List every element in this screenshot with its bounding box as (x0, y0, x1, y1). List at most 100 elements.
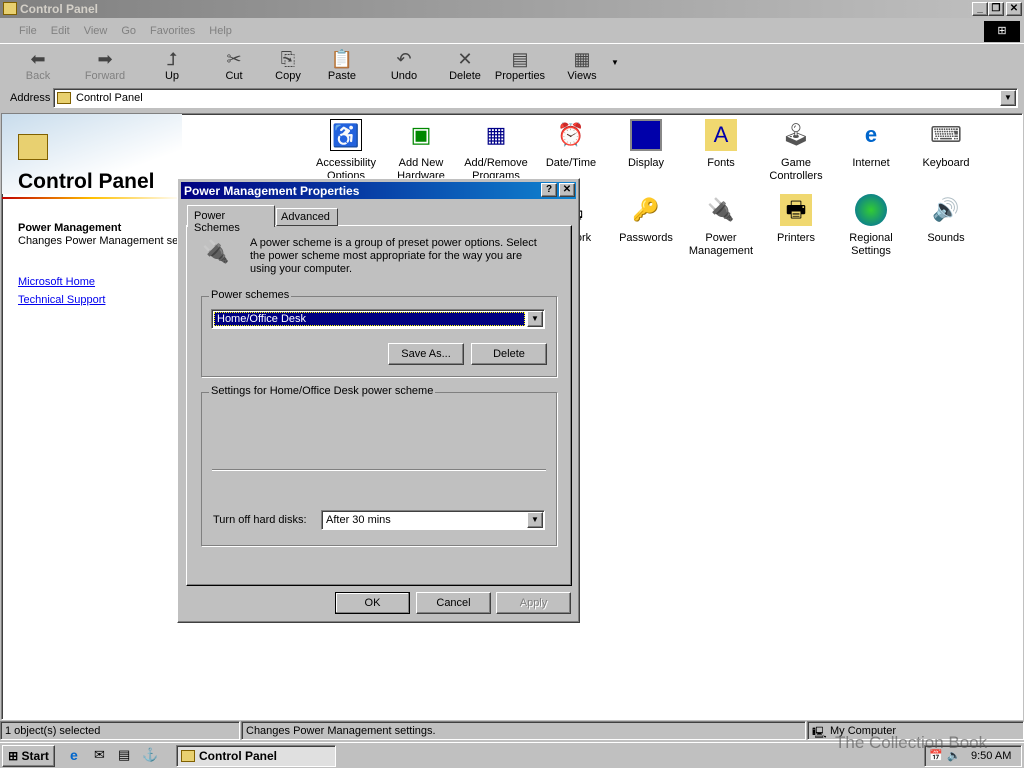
delete-scheme-button[interactable]: Delete (471, 343, 547, 365)
technical-support-link[interactable]: Technical Support (18, 294, 105, 306)
menu-view[interactable]: View (84, 25, 108, 37)
views-button[interactable]: ▦ Views (555, 48, 609, 82)
programs-icon: ▦ (485, 122, 507, 147)
icon-game-controllers[interactable]: 🕹 Game Controllers (756, 119, 836, 183)
address-dropdown-button[interactable]: ▼ (1000, 90, 1016, 106)
chevron-down-icon: ▼ (527, 512, 543, 528)
status-description: Changes Power Management settings. (241, 721, 806, 740)
cut-button[interactable]: ✂ Cut (207, 48, 261, 82)
channels-icon[interactable]: ⚓ (142, 747, 158, 763)
copy-icon: ⎘ (280, 49, 296, 69)
undo-button[interactable]: ↶ Undo (377, 48, 431, 82)
joystick-icon: 🕹 (782, 122, 810, 147)
properties-button[interactable]: ▤ Properties (492, 48, 548, 82)
cancel-button[interactable]: Cancel (416, 592, 491, 614)
icon-accessibility-options[interactable]: ♿ Accessibility Options (306, 119, 386, 183)
back-button[interactable]: ⬅ Back (11, 48, 65, 82)
icon-display[interactable]: Display (606, 119, 686, 170)
dialog-close-button[interactable]: ✕ (559, 183, 575, 197)
monitor-icon (630, 119, 662, 151)
apply-button[interactable]: Apply (496, 592, 571, 614)
up-button[interactable]: ⮥ Up (145, 48, 199, 82)
watermark: The Collection Book (835, 733, 988, 752)
my-computer-icon: 🖳 (812, 727, 827, 739)
menu-help[interactable]: Help (209, 25, 232, 37)
save-as-button[interactable]: Save As... (388, 343, 464, 365)
printers-folder-icon: 🖶 (780, 194, 812, 226)
icon-internet[interactable]: e Internet (831, 119, 911, 170)
control-panel-folder-icon (18, 134, 48, 160)
views-icon: ▦ (573, 49, 591, 69)
views-dropdown-arrow-icon[interactable]: ▼ (611, 58, 619, 67)
hard-disk-timeout-select[interactable]: After 30 mins ▼ (321, 510, 545, 530)
properties-icon: ▤ (511, 49, 529, 69)
globe-icon (855, 194, 887, 226)
menu-file[interactable]: File (19, 25, 37, 37)
hard-disk-label: Turn off hard disks: (213, 514, 307, 526)
chevron-down-icon: ▼ (527, 311, 543, 327)
clock-icon: ⏰ (557, 122, 585, 147)
icon-date-time[interactable]: ⏰ Date/Time (531, 119, 611, 170)
internet-explorer-icon: e (864, 122, 878, 147)
scissors-icon: ✂ (226, 49, 242, 69)
keys-icon: 🔑 (632, 197, 660, 222)
status-selected: 1 object(s) selected (0, 721, 240, 740)
scheme-settings-group: Settings for Home/Office Desk power sche… (201, 385, 557, 546)
microsoft-home-link[interactable]: Microsoft Home (18, 276, 95, 288)
help-button[interactable]: ? (541, 183, 557, 197)
address-value: Control Panel (76, 92, 143, 104)
icon-add-remove-programs[interactable]: ▦ Add/Remove Programs (456, 119, 536, 183)
speaker-icon: 🔊 (932, 197, 960, 222)
delete-x-icon: ✕ (457, 49, 473, 69)
minimize-button[interactable]: _ (972, 2, 988, 16)
back-arrow-icon: ⬅ (30, 49, 46, 69)
power-schemes-group: Power schemes Home/Office Desk ▼ Save As… (201, 289, 557, 377)
up-folder-icon: ⮥ (166, 49, 178, 69)
show-desktop-icon[interactable]: ▤ (118, 747, 130, 763)
menu-favorites[interactable]: Favorites (150, 25, 195, 37)
outlook-quicklaunch-icon[interactable]: ✉ (94, 747, 105, 763)
copy-button[interactable]: ⎘ Copy (261, 48, 315, 82)
power-scheme-select[interactable]: Home/Office Desk ▼ (211, 309, 545, 329)
icon-regional-settings[interactable]: Regional Settings (831, 194, 911, 258)
tab-advanced[interactable]: Advanced (276, 208, 338, 226)
power-management-dialog: Power Management Properties ? ✕ Power Sc… (177, 178, 580, 623)
icon-printers[interactable]: 🖶 Printers (756, 194, 836, 245)
windows-logo-icon: ⊞ (984, 21, 1020, 42)
tab-power-schemes[interactable]: Power Schemes (187, 205, 275, 234)
menu-edit[interactable]: Edit (51, 25, 70, 37)
paste-button[interactable]: 📋 Paste (315, 48, 369, 82)
paste-icon: 📋 (330, 49, 354, 69)
icon-keyboard[interactable]: ⌨ Keyboard (906, 119, 986, 170)
ie-quicklaunch-icon[interactable]: e (70, 747, 78, 763)
power-plug-icon: 🔌 (202, 239, 230, 264)
folder-icon (57, 92, 71, 104)
ok-button[interactable]: OK (335, 592, 410, 614)
forward-button[interactable]: ➡ Forward (78, 48, 132, 82)
hardware-icon: ▣ (410, 122, 432, 147)
close-button[interactable]: ✕ (1006, 2, 1022, 16)
windows-flag-icon: ⊞ (8, 749, 19, 763)
icon-sounds[interactable]: 🔊 Sounds (906, 194, 986, 245)
accessibility-icon: ♿ (330, 119, 362, 151)
start-button[interactable]: ⊞ Start (2, 745, 55, 767)
address-label: Address (10, 92, 51, 104)
taskbar-control-panel[interactable]: Control Panel (176, 745, 336, 767)
delete-button[interactable]: ✕ Delete (438, 48, 492, 82)
undo-icon: ↶ (396, 49, 412, 69)
keyboard-icon: ⌨ (930, 122, 962, 147)
restore-button[interactable]: ❐ (988, 2, 1004, 16)
menu-bar: File Edit View Go Favorites Help (19, 25, 246, 37)
icon-passwords[interactable]: 🔑 Passwords (606, 194, 686, 245)
icon-add-new-hardware[interactable]: ▣ Add New Hardware (381, 119, 461, 183)
address-field[interactable]: Control Panel ▼ (53, 88, 1018, 108)
icon-power-management[interactable]: 🔌 Power Management (681, 194, 761, 258)
icon-fonts[interactable]: A Fonts (681, 119, 761, 170)
menu-go[interactable]: Go (121, 25, 136, 37)
window-title-bar: Control Panel (0, 0, 1024, 18)
power-plug-icon: 🔌 (707, 197, 735, 222)
selected-item-title: Power Management (18, 222, 122, 234)
window-title: Control Panel (20, 2, 99, 16)
dialog-title-bar: Power Management Properties (181, 182, 576, 199)
sidebar-title: Control Panel (18, 170, 155, 193)
